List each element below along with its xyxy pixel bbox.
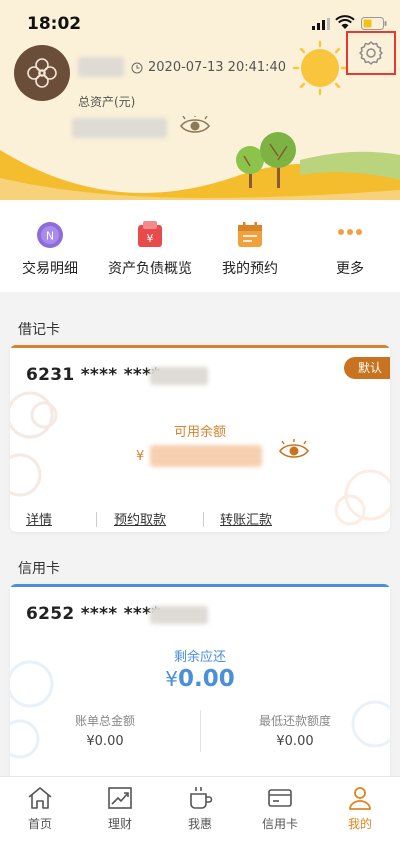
- sun-icon: [292, 40, 348, 96]
- quick-item-transactions[interactable]: N 交易明细: [0, 200, 100, 292]
- quick-item-label: 我的预约: [222, 261, 278, 277]
- debit-card-number: 6231 **** ****: [26, 365, 161, 385]
- more-dots-icon: [338, 229, 362, 235]
- wifi-icon: [335, 15, 355, 29]
- trees-illustration: [236, 132, 296, 188]
- remaining-due-amount: 0.00: [177, 666, 235, 692]
- transaction-detail-icon: N: [37, 222, 63, 248]
- balance-currency: ¥: [136, 449, 145, 464]
- tab-mine[interactable]: 我的: [320, 777, 400, 837]
- debit-card[interactable]: 6231 **** **** 默认 可用余额 ¥ 详情 预约取款 转账汇款: [10, 345, 390, 532]
- debit-card-number-masked: [150, 367, 208, 385]
- appointment-calendar-icon: [238, 222, 262, 247]
- divider: [96, 512, 97, 527]
- tab-label: 信用卡: [261, 817, 298, 831]
- bill-total-value: ¥0.00: [86, 734, 124, 749]
- remaining-due-currency: ¥: [165, 667, 178, 691]
- svg-text:N: N: [46, 230, 54, 243]
- credit-card-icon: [268, 789, 292, 807]
- total-assets-label: 总资产(元): [78, 95, 136, 109]
- status-bar: 18:02: [0, 0, 400, 44]
- transfer-link[interactable]: 转账汇款: [220, 509, 272, 528]
- credit-section-title: 信用卡: [18, 561, 60, 577]
- tab-finance[interactable]: 理财: [80, 777, 160, 837]
- remaining-due-value: ¥0.00: [10, 666, 390, 692]
- credit-card-number: 6252 **** ****: [26, 604, 161, 624]
- balance-amount-masked: [150, 445, 262, 467]
- tab-label: 首页: [27, 817, 52, 831]
- quick-item-label: 资产负债概览: [108, 261, 192, 277]
- avatar[interactable]: [14, 45, 70, 101]
- credit-card[interactable]: 6252 **** **** 剩余应还 ¥0.00 账单总金额 ¥0.00 最低…: [10, 584, 390, 784]
- tab-home[interactable]: 首页: [0, 777, 80, 837]
- svg-text:¥: ¥: [147, 232, 154, 245]
- quick-item-label: 更多: [336, 261, 364, 277]
- available-balance-label: 可用余额: [173, 425, 226, 440]
- debit-section-title: 借记卡: [18, 322, 60, 338]
- remaining-due-label: 剩余应还: [173, 650, 226, 665]
- eye-toggle-icon[interactable]: [179, 116, 211, 136]
- coffee-cup-icon: [190, 787, 213, 809]
- cellular-signal-icon: [312, 18, 330, 30]
- bill-total-label: 账单总金额: [74, 714, 135, 728]
- credit-card-accent-line: [10, 584, 390, 587]
- min-payment-label: 最低还款额度: [258, 714, 331, 728]
- details-link[interactable]: 详情: [26, 509, 52, 528]
- login-time-text: 2020-07-13 20:41:40: [148, 60, 287, 75]
- scheduled-withdrawal-link[interactable]: 预约取款: [114, 509, 166, 528]
- tab-label: 我惠: [187, 817, 212, 831]
- bottom-tab-bar: 首页 理财 我惠 信用卡 我的: [0, 776, 400, 866]
- avatar-flower-icon: [27, 58, 57, 88]
- person-icon: [349, 787, 371, 810]
- home-icon: [28, 787, 52, 809]
- battery-icon: [361, 17, 387, 30]
- finance-chart-icon: [108, 787, 132, 809]
- tab-label: 理财: [107, 817, 132, 831]
- quick-item-label: 交易明细: [22, 261, 78, 277]
- eye-toggle-icon[interactable]: [278, 438, 310, 462]
- status-time: 18:02: [27, 14, 82, 34]
- total-assets-masked: [72, 118, 167, 138]
- clock-icon: [131, 62, 143, 73]
- credit-card-number-masked: [150, 606, 208, 624]
- tab-credit-card[interactable]: 信用卡: [240, 777, 320, 837]
- divider: [203, 512, 204, 527]
- default-badge: 默认: [343, 357, 390, 379]
- quick-menu: N 交易明细 ¥ 资产负债概览 我的预约 更多: [0, 200, 400, 292]
- quick-item-appointments[interactable]: 我的预约: [200, 200, 300, 292]
- min-payment-value: ¥0.00: [276, 734, 314, 749]
- cloud-pattern-decoration: [10, 391, 58, 497]
- quick-item-more[interactable]: 更多: [300, 200, 400, 292]
- asset-overview-icon: ¥: [138, 221, 162, 247]
- quick-item-asset-overview[interactable]: ¥ 资产负债概览: [100, 200, 200, 292]
- tab-benefits[interactable]: 我惠: [160, 777, 240, 837]
- cloud-pattern-decoration: [351, 700, 390, 748]
- last-login-time: 2020-07-13 20:41:40: [131, 60, 286, 75]
- tab-label: 我的: [347, 817, 372, 831]
- user-name-masked: [78, 57, 124, 77]
- debit-card-accent-line: [10, 345, 390, 348]
- debit-card-actions: 详情 预约取款 转账汇款: [10, 509, 390, 531]
